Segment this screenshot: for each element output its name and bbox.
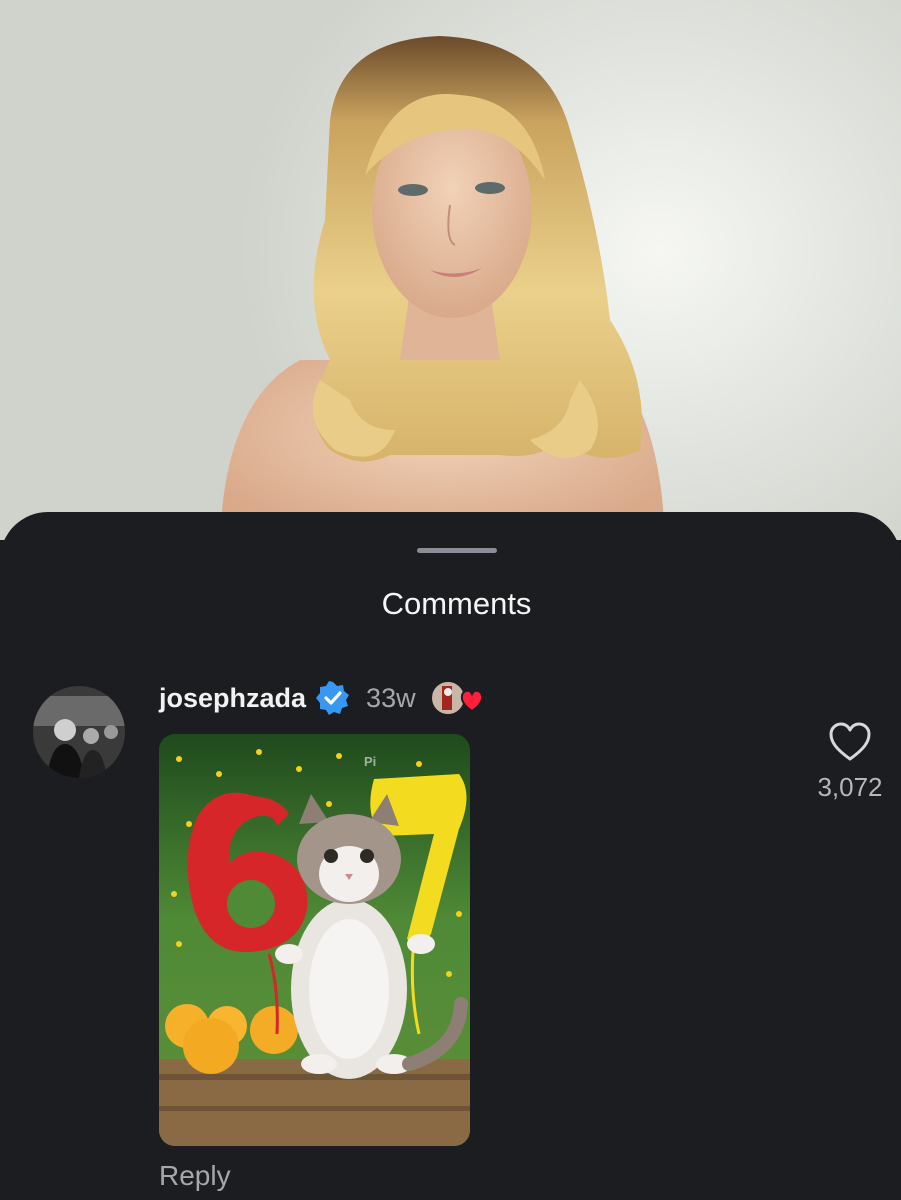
portrait-illustration bbox=[220, 36, 665, 540]
reply-button[interactable]: Reply bbox=[159, 1160, 231, 1192]
birthday-cat-gif-image bbox=[159, 734, 470, 1146]
heart-outline-icon[interactable] bbox=[828, 722, 872, 762]
comments-sheet: Comments josephzada 33w Pi 3,072 Reply bbox=[0, 512, 901, 1200]
creator-liked-indicator bbox=[428, 678, 488, 718]
sheet-title: Comments bbox=[381, 586, 532, 621]
post-photo bbox=[0, 0, 901, 540]
comment-header: josephzada 33w bbox=[159, 678, 488, 718]
comment-gif[interactable]: Pi bbox=[159, 734, 470, 1146]
comment-time: 33w bbox=[366, 682, 416, 713]
like-count: 3,072 bbox=[817, 772, 883, 802]
comment-like[interactable]: 3,072 bbox=[800, 722, 900, 803]
comment-username[interactable]: josephzada bbox=[159, 683, 306, 714]
creator-liked-heart-icon bbox=[460, 689, 483, 713]
sheet-drag-handle[interactable] bbox=[417, 548, 497, 553]
avatar-image bbox=[33, 686, 125, 778]
avatar[interactable] bbox=[33, 686, 125, 778]
verified-badge-icon bbox=[316, 681, 350, 715]
gif-watermark: Pi bbox=[364, 754, 377, 769]
